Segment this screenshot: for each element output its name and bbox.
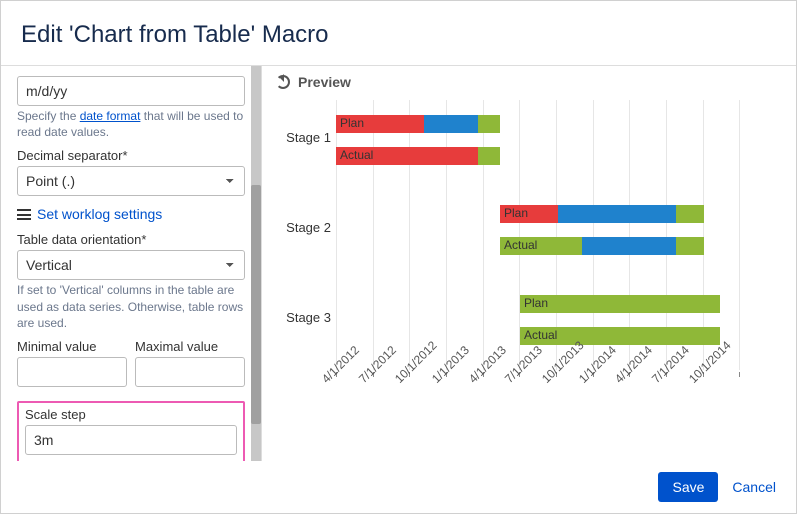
- dialog-title: Edit 'Chart from Table' Macro: [21, 21, 776, 49]
- gantt-bar: Actual: [520, 327, 720, 345]
- orientation-field: Table data orientation* Vertical If set …: [17, 232, 245, 331]
- gantt-bar: Plan: [336, 115, 500, 133]
- gantt-bar: Actual: [500, 237, 704, 255]
- gantt-bar-label: Actual: [504, 238, 537, 252]
- maximal-value-field: Maximal value: [135, 339, 245, 387]
- gantt-bar: Plan: [520, 295, 720, 313]
- cancel-button[interactable]: Cancel: [732, 479, 776, 495]
- gantt-segment: [582, 237, 676, 255]
- minimal-value-input[interactable]: [17, 357, 127, 387]
- stage-label: Stage 3: [276, 310, 331, 325]
- dialog-header: Edit 'Chart from Table' Macro: [1, 1, 796, 65]
- decimal-separator-field: Decimal separator* Point (.): [17, 148, 245, 196]
- gantt-segment: [676, 237, 704, 255]
- date-format-link[interactable]: date format: [80, 109, 141, 123]
- dialog-body: Specify the date format that will be use…: [1, 65, 796, 465]
- preview-label: Preview: [298, 74, 351, 90]
- gantt-bar-label: Plan: [340, 116, 364, 130]
- decimal-separator-select[interactable]: Point (.): [17, 166, 245, 196]
- stage-label: Stage 2: [276, 220, 331, 235]
- minimal-value-label: Minimal value: [17, 339, 127, 354]
- gantt-bar-label: Actual: [340, 148, 373, 162]
- hamburger-icon: [17, 209, 31, 220]
- preview-panel: Preview Stage 1 Stage 2 Stage 3 Plan Actual P…: [261, 66, 796, 464]
- stage-label: Stage 1: [276, 130, 331, 145]
- min-max-row: Minimal value Maximal value: [17, 339, 245, 395]
- refresh-icon[interactable]: [276, 75, 290, 89]
- save-button[interactable]: Save: [658, 472, 718, 502]
- minimal-value-field: Minimal value: [17, 339, 127, 387]
- gantt-segment: [520, 295, 720, 313]
- gantt-bar: Plan: [500, 205, 704, 223]
- scale-step-label: Scale step: [25, 407, 237, 422]
- date-format-input[interactable]: [17, 76, 245, 106]
- scale-step-highlight: Scale step: [17, 401, 245, 464]
- set-worklog-settings[interactable]: Set worklog settings: [17, 206, 245, 222]
- date-format-field: Specify the date format that will be use…: [17, 76, 245, 140]
- gantt-bar-label: Plan: [524, 296, 548, 310]
- gantt-bar-label: Actual: [524, 328, 557, 342]
- gantt-bar-label: Plan: [504, 206, 528, 220]
- scale-step-input[interactable]: [25, 425, 237, 455]
- gantt-chart: Stage 1 Stage 2 Stage 3 Plan Actual Plan Actua…: [276, 100, 786, 430]
- maximal-value-input[interactable]: [135, 357, 245, 387]
- gantt-segment: [478, 147, 500, 165]
- orientation-help: If set to 'Vertical' columns in the tabl…: [17, 282, 245, 331]
- orientation-label: Table data orientation*: [17, 232, 245, 247]
- gantt-segment: [424, 115, 478, 133]
- gantt-bar: Actual: [336, 147, 500, 165]
- orientation-select[interactable]: Vertical: [17, 250, 245, 280]
- decimal-separator-label: Decimal separator*: [17, 148, 245, 163]
- preview-header: Preview: [276, 74, 786, 90]
- maximal-value-label: Maximal value: [135, 339, 245, 354]
- settings-panel: Specify the date format that will be use…: [1, 66, 261, 464]
- date-format-help: Specify the date format that will be use…: [17, 108, 245, 140]
- settings-scrollbar[interactable]: [251, 66, 261, 464]
- dialog-footer: Save Cancel: [1, 461, 796, 513]
- gantt-segment: [478, 115, 500, 133]
- gantt-segment: [676, 205, 704, 223]
- gantt-segment: [558, 205, 676, 223]
- worklog-settings-label: Set worklog settings: [37, 206, 162, 222]
